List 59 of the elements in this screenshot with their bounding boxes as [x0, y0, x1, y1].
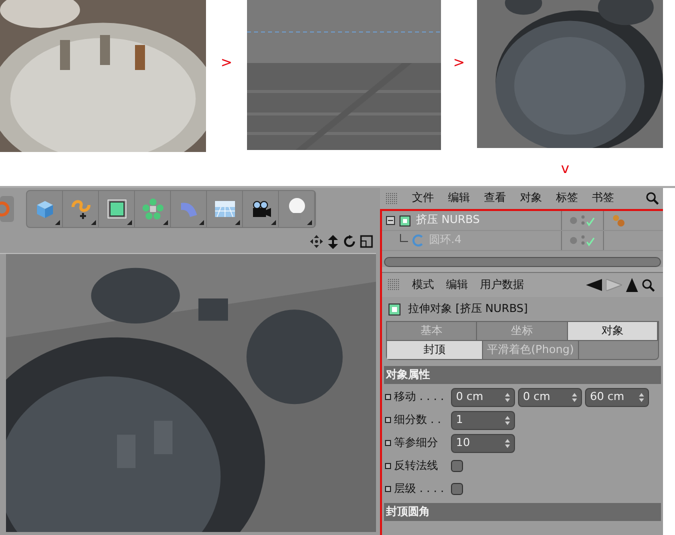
vertical-arrows-icon[interactable] [327, 234, 339, 248]
menu-item[interactable]: 查看 [484, 190, 506, 207]
animate-toggle[interactable] [385, 394, 391, 400]
menu-item[interactable]: 模式 [412, 276, 434, 294]
circle-spline-icon [412, 234, 425, 247]
menu-item[interactable]: 编辑 [446, 276, 468, 294]
spline-icon [68, 197, 92, 221]
field-label: 层级 . . . . [394, 480, 445, 497]
spinner-icon[interactable] [505, 438, 510, 448]
extrude-icon [399, 214, 412, 227]
spinner-icon[interactable] [505, 392, 510, 402]
cluster-icon [140, 197, 164, 221]
menu-item[interactable]: 标签 [556, 190, 578, 207]
number-field[interactable]: 60 cm [585, 388, 649, 406]
object-title: 拉伸对象 [挤压 NURBS] [408, 300, 528, 317]
check-icon[interactable] [581, 214, 595, 226]
section-header[interactable]: 对象属性 [384, 366, 661, 384]
step-arrow: v [561, 162, 570, 176]
grip-icon[interactable] [386, 192, 398, 204]
number-field[interactable]: 0 cm [451, 388, 515, 406]
layout-icon[interactable] [360, 235, 373, 248]
field-label: 细分数 . . [394, 412, 442, 428]
spinner-icon[interactable] [505, 416, 510, 424]
rotate-icon[interactable] [343, 235, 356, 248]
search-icon[interactable] [646, 192, 659, 205]
tab[interactable]: 对象 [568, 322, 658, 340]
field-label: 移动 . . . . [394, 388, 445, 405]
section-header[interactable]: 封顶圆角 [384, 503, 661, 521]
expand-toggle[interactable] [386, 216, 395, 225]
field-label: 等参细分 [394, 434, 439, 451]
animate-toggle[interactable] [385, 463, 391, 469]
animate-toggle[interactable] [385, 486, 391, 492]
step-arrow: > [220, 56, 232, 70]
up-arrow-icon[interactable] [626, 278, 638, 292]
back-arrow-icon[interactable] [586, 279, 602, 291]
move-icon[interactable] [310, 235, 323, 248]
menu-item[interactable]: 书签 [592, 190, 614, 207]
checkbox[interactable] [451, 460, 463, 472]
check-icon[interactable] [581, 234, 595, 246]
checkbox[interactable] [451, 483, 463, 495]
tab[interactable]: 封顶 [387, 341, 483, 359]
cube-icon [104, 197, 128, 221]
field-label: 反转法线 [394, 458, 439, 474]
menu-item[interactable]: 用户数据 [480, 276, 524, 294]
grip-icon[interactable] [388, 279, 400, 291]
spinner-icon[interactable] [572, 392, 577, 402]
menu-item[interactable]: 编辑 [448, 190, 470, 207]
number-field[interactable]: 10 [451, 434, 515, 452]
spinner-icon[interactable] [639, 392, 644, 402]
step-arrow: > [453, 56, 465, 70]
menu-item[interactable]: 文件 [412, 190, 434, 207]
animate-toggle[interactable] [385, 417, 391, 423]
search-icon[interactable] [642, 278, 655, 292]
number-field[interactable]: 1 [451, 410, 515, 430]
number-field[interactable]: 0 cm [518, 388, 582, 406]
extrude-icon [388, 302, 402, 316]
scrollbar[interactable] [384, 257, 661, 267]
menu-item[interactable]: 对象 [520, 190, 542, 207]
animate-toggle[interactable] [385, 440, 391, 446]
